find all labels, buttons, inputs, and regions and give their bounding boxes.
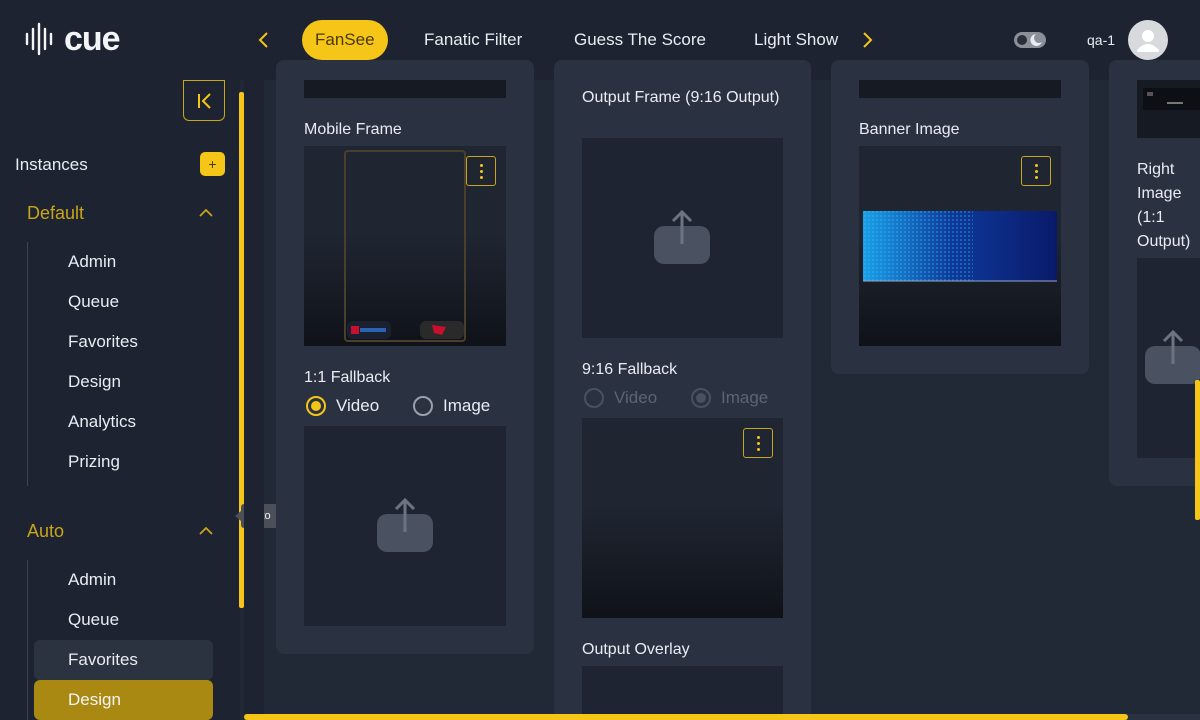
username-label[interactable]: qa-1 <box>1087 32 1115 48</box>
group-default-label[interactable]: Default <box>27 203 84 224</box>
sidebar-item-analytics[interactable]: Analytics <box>34 402 213 442</box>
group-divider <box>27 242 28 486</box>
field-label: Mobile Frame <box>304 121 402 138</box>
field-label: Right Image (1:1 Output) <box>1137 161 1191 250</box>
radio-indicator[interactable] <box>413 396 433 416</box>
radio-indicator <box>691 388 711 408</box>
tab-fanatic-filter[interactable]: Fanatic Filter <box>424 20 522 60</box>
upload-icon <box>654 209 710 264</box>
radio-indicator[interactable] <box>306 396 326 416</box>
radio-video: Video <box>584 388 657 408</box>
chevron-left-icon[interactable] <box>252 28 276 52</box>
collapse-sidebar-button[interactable] <box>183 80 225 121</box>
cue-logo[interactable]: cue <box>24 20 121 58</box>
sidebar-item-queue[interactable]: Queue <box>34 600 213 640</box>
chevron-up-icon[interactable] <box>198 526 214 536</box>
sidebar: Instances + Default Admin Queue Favorite… <box>0 80 240 720</box>
user-icon <box>1137 30 1159 52</box>
upload-dropzone[interactable] <box>304 426 506 626</box>
radio-label: Video <box>336 396 380 415</box>
tab-guess-the-score[interactable]: Guess The Score <box>574 20 706 60</box>
radio-label: Image <box>443 396 491 415</box>
upload-dropzone[interactable] <box>582 138 783 338</box>
more-options-button[interactable] <box>1021 156 1051 186</box>
media-slot[interactable] <box>304 80 506 98</box>
thumbnail-image <box>1143 88 1200 110</box>
upload-icon <box>377 497 433 552</box>
logo-text: cue <box>64 20 121 58</box>
upload-icon <box>1145 329 1200 384</box>
chevron-up-icon[interactable] <box>198 208 214 218</box>
collapse-left-icon <box>198 93 211 109</box>
sidebar-item-favorites[interactable]: Favorites <box>34 640 213 680</box>
group-auto-label[interactable]: Auto <box>27 521 64 542</box>
sidebar-item-queue[interactable]: Queue <box>34 282 213 322</box>
field-label: 1:1 Fallback <box>304 369 391 386</box>
field-label: Output Frame (9:16 Output) <box>582 89 780 106</box>
tab-fansee[interactable]: FanSee <box>302 20 388 60</box>
sidebar-item-admin[interactable]: Admin <box>34 560 213 600</box>
more-options-button[interactable] <box>743 428 773 458</box>
avatar[interactable] <box>1128 20 1168 60</box>
upload-dropzone[interactable] <box>582 666 783 720</box>
radio-image[interactable]: Image <box>413 396 490 416</box>
radio-video[interactable]: Video <box>306 396 379 416</box>
field-label: 9:16 Fallback <box>582 361 678 378</box>
theme-toggle[interactable] <box>1014 30 1046 50</box>
horizontal-scrollbar[interactable] <box>244 714 1128 720</box>
sidebar-item-prizing[interactable]: Prizing <box>34 442 213 482</box>
radio-label: Image <box>721 388 769 407</box>
radio-indicator <box>584 388 604 408</box>
vertical-scrollbar[interactable] <box>1195 380 1200 520</box>
more-options-button[interactable] <box>466 156 496 186</box>
add-instance-button[interactable]: + <box>200 152 225 176</box>
sidebar-item-design[interactable]: Design <box>34 362 213 402</box>
content-gutter <box>244 80 264 720</box>
sidebar-item-favorites[interactable]: Favorites <box>34 322 213 362</box>
upload-dropzone[interactable] <box>1137 258 1200 458</box>
radio-label: Video <box>614 388 658 407</box>
radio-image: Image <box>691 388 768 408</box>
tab-light-show[interactable]: Light Show <box>754 20 838 60</box>
media-slot[interactable] <box>859 80 1061 98</box>
right-image-thumbnail[interactable] <box>1137 80 1200 138</box>
field-label: Banner Image <box>859 121 960 138</box>
instances-heading: Instances <box>15 155 88 174</box>
chevron-right-icon[interactable] <box>855 28 879 52</box>
field-label: Output Overlay <box>582 641 690 658</box>
sidebar-item-design[interactable]: Design <box>34 680 213 720</box>
sidebar-item-admin[interactable]: Admin <box>34 242 213 282</box>
group-divider <box>27 560 28 720</box>
soundwave-icon <box>25 22 53 56</box>
